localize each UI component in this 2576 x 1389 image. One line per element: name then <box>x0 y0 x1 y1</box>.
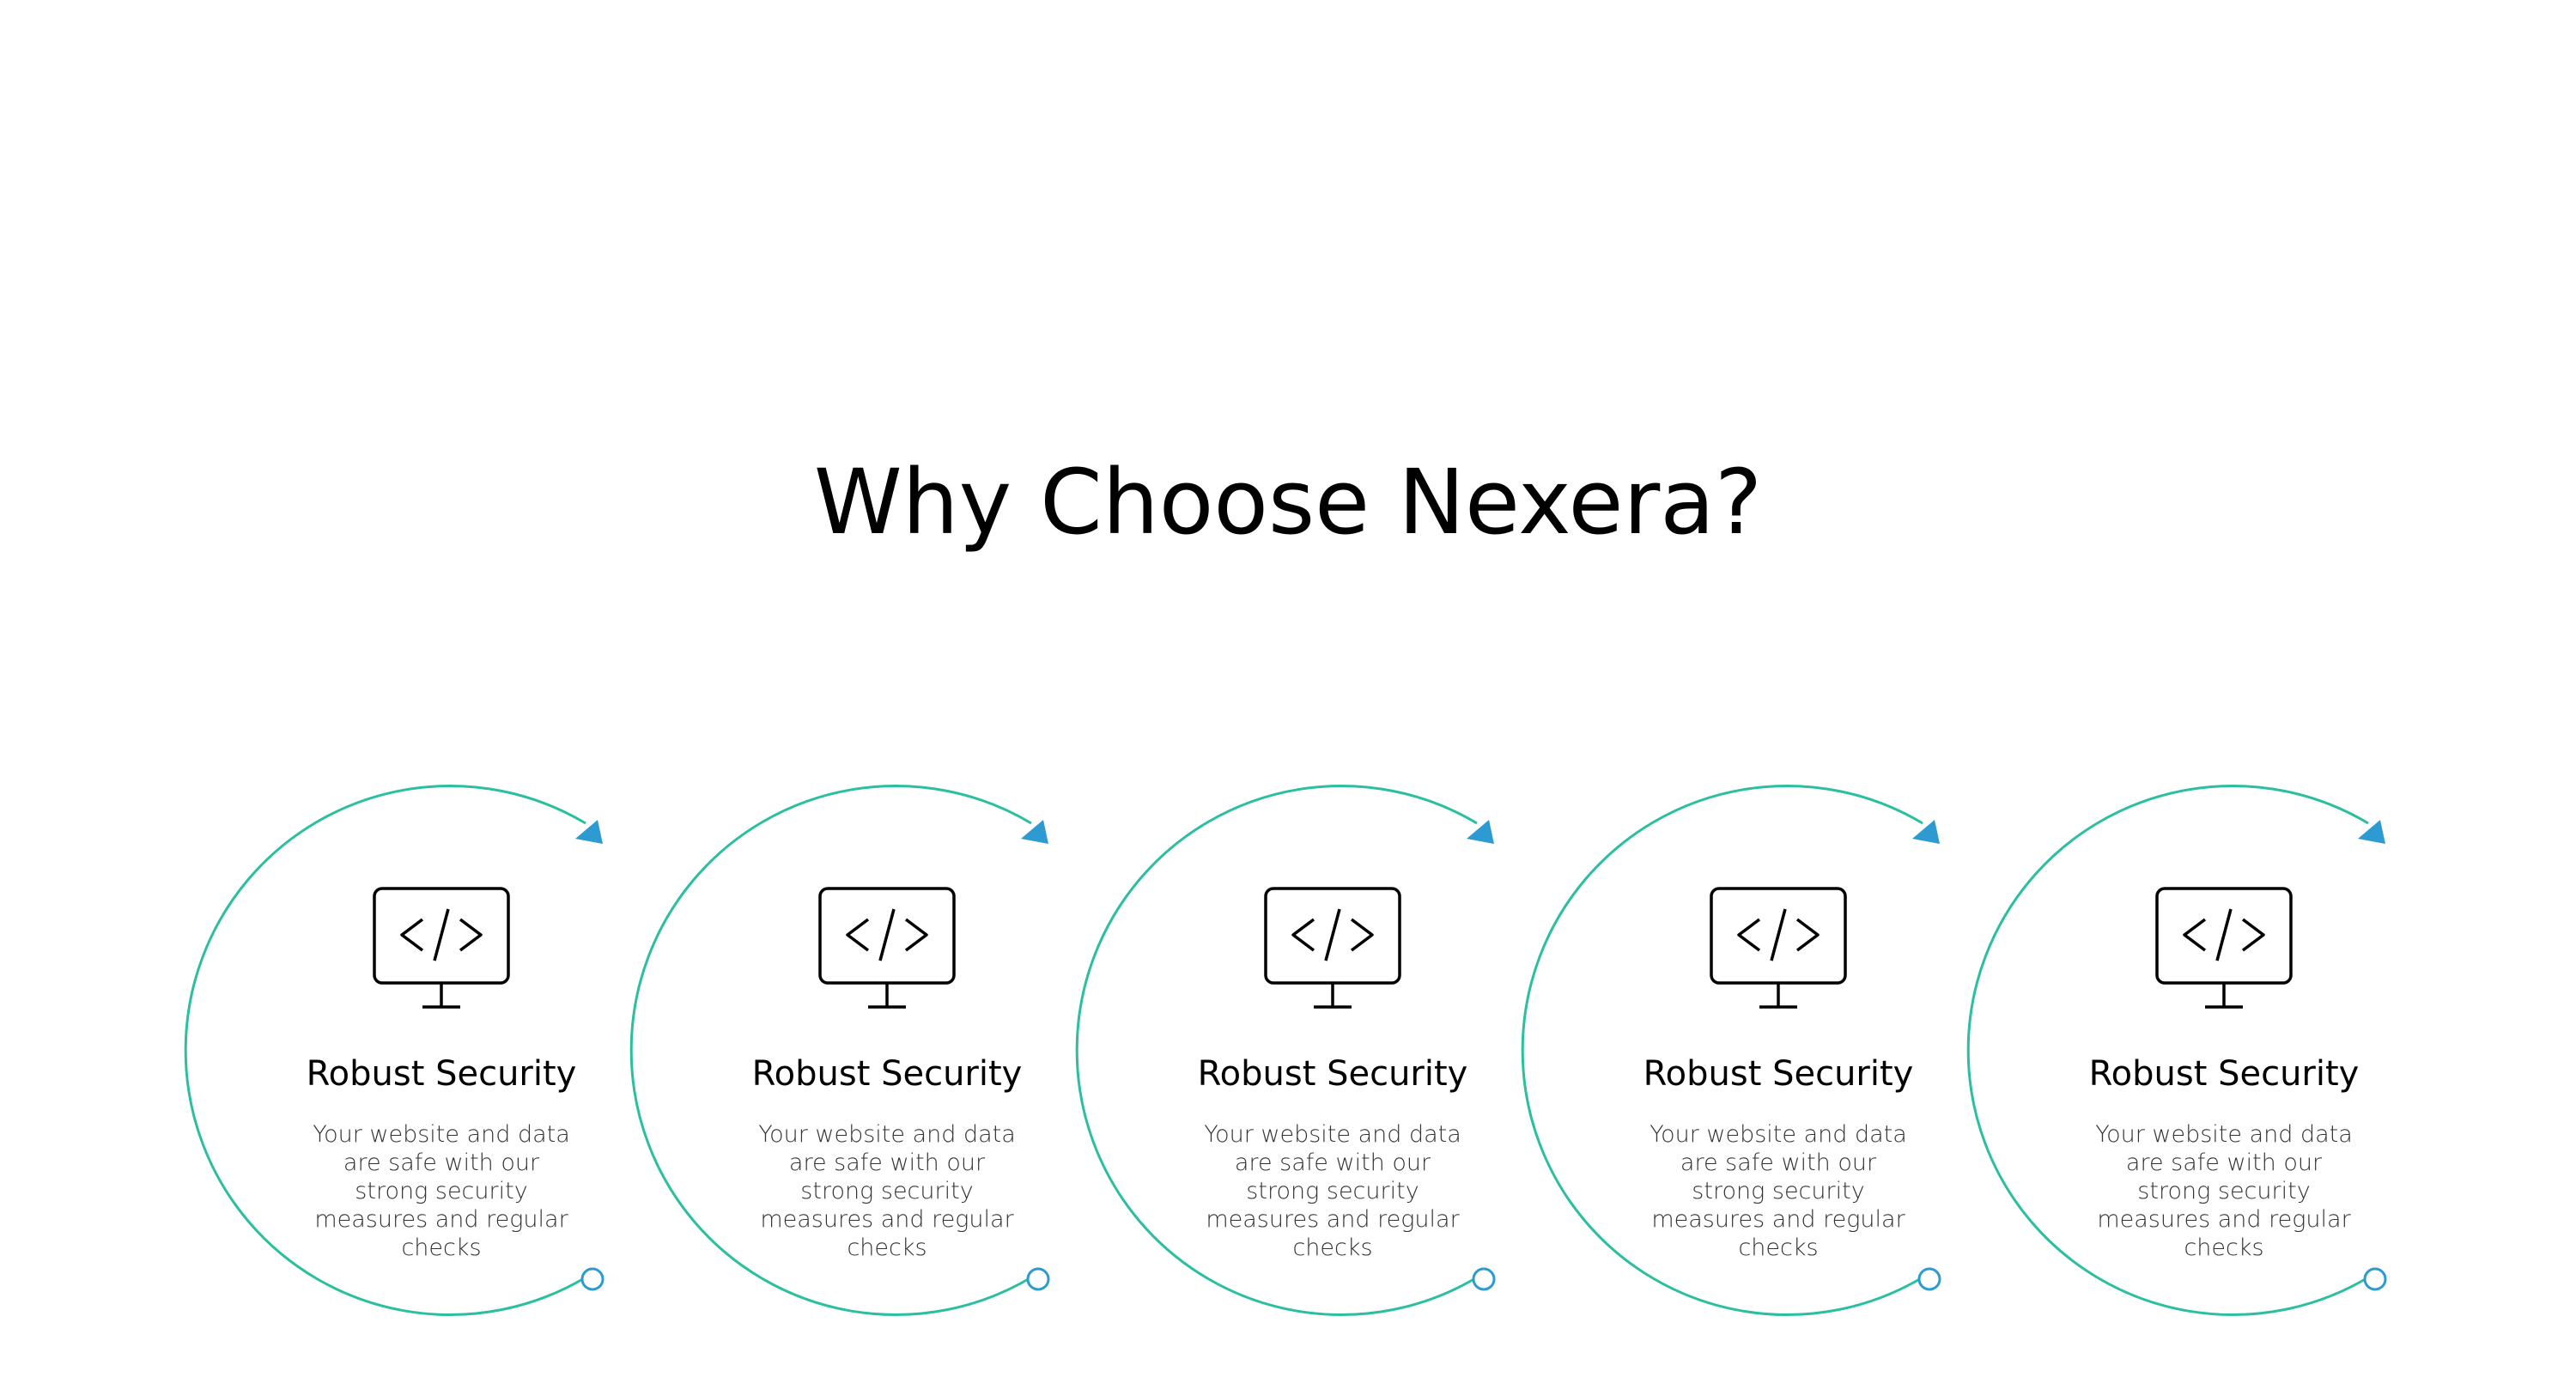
arrow-head-icon <box>2358 820 2385 844</box>
end-dot-icon <box>2363 1267 2387 1291</box>
end-dot-icon <box>1917 1267 1941 1291</box>
arrow-head-icon <box>1021 820 1048 844</box>
arrow-head-icon <box>1912 820 1940 844</box>
card-description: Your website and data are safe with our … <box>2095 1121 2353 1261</box>
code-monitor-icon <box>2155 887 2293 1009</box>
feature-card: Robust Security Your website and data ar… <box>626 785 1072 1335</box>
arrow-head-icon <box>1467 820 1494 844</box>
feature-card: Robust Security Your website and data ar… <box>1072 785 1518 1335</box>
card-title: Robust Security <box>2088 1054 2360 1094</box>
card-description: Your website and data are safe with our … <box>313 1121 570 1261</box>
code-monitor-icon <box>1264 887 1401 1009</box>
card-title: Robust Security <box>306 1054 577 1094</box>
code-monitor-icon <box>818 887 956 1009</box>
card-title: Robust Security <box>751 1054 1023 1094</box>
code-monitor-icon <box>1710 887 1847 1009</box>
card-description: Your website and data are safe with our … <box>758 1121 1016 1261</box>
card-description: Your website and data are safe with our … <box>1649 1121 1907 1261</box>
card-description: Your website and data are safe with our … <box>1204 1121 1461 1261</box>
arrow-head-icon <box>575 820 603 844</box>
card-title: Robust Security <box>1197 1054 1468 1094</box>
features-row: Robust Security Your website and data ar… <box>0 0 2576 1389</box>
code-monitor-icon <box>373 887 510 1009</box>
end-dot-icon <box>1472 1267 1496 1291</box>
feature-card: Robust Security Your website and data ar… <box>1517 785 1964 1335</box>
end-dot-icon <box>580 1267 605 1291</box>
end-dot-icon <box>1026 1267 1050 1291</box>
feature-card: Robust Security Your website and data ar… <box>180 785 627 1335</box>
feature-card: Robust Security Your website and data ar… <box>1963 785 2409 1335</box>
card-title: Robust Security <box>1643 1054 1914 1094</box>
